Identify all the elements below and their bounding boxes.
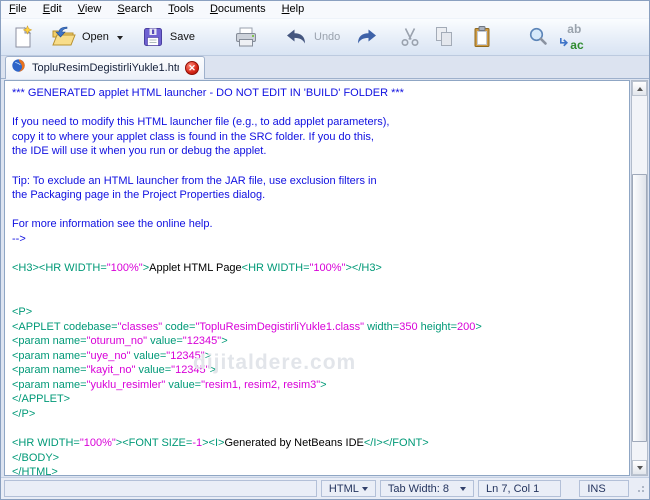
paste-button[interactable] [466,23,498,51]
redo-button[interactable] [350,24,384,50]
editor-content[interactable]: *** GENERATED applet HTML launcher - DO … [12,86,629,476]
undo-icon [283,26,309,48]
tab-active[interactable]: TopluResimDegistirliYukle1.html ✕ [5,56,205,79]
menu-documents[interactable]: Documents [202,2,274,17]
code-line: </P> [12,408,36,421]
find-button[interactable] [522,23,554,51]
code-line: <H3><HR WIDTH="100%">Applet HTML Page<HR… [12,262,382,275]
print-icon [233,25,259,49]
code-line: <param name="uye_no" value="12345"> [12,349,212,362]
menu-edit[interactable]: Edit [35,2,70,17]
menu-view[interactable]: View [70,2,110,17]
tab-width-value: 8 [442,482,450,495]
paste-icon [470,25,494,49]
code-line: <param name="kayit_no" value="12345"> [12,364,217,377]
menu-file[interactable]: File [1,2,35,17]
menubar: File Edit View Search Tools Documents Help [1,1,649,18]
open-button[interactable]: Open [47,23,127,51]
redo-icon [354,26,380,48]
html-file-icon [11,58,26,78]
code-line: </HTML> [12,466,58,476]
chevron-down-icon [361,487,368,494]
arrow-down-icon [636,465,643,473]
menu-tools[interactable]: Tools [160,2,202,17]
replace-ab-text: ab [567,22,582,36]
code-line: <param name="yuklu_resimler" value="resi… [12,378,327,391]
undo-button[interactable]: Undo [279,24,344,50]
new-document-icon [11,25,35,49]
tab-width-selector[interactable]: Tab Width: 8 [379,480,475,497]
scroll-up-button[interactable] [632,81,647,96]
menu-help[interactable]: Help [274,2,313,17]
code-line: </BODY> [12,451,60,464]
save-floppy-icon [141,25,165,49]
code-line: <param name="oturum_no" value="12345"> [12,335,228,348]
replace-icon: ab ac [560,22,586,52]
code-line: <APPLET codebase="classes" code="TopluRe… [12,320,482,333]
save-button[interactable]: Save [137,23,199,51]
tab-close-icon[interactable]: ✕ [185,61,199,75]
tab-title: TopluResimDegistirliYukle1.html [32,62,179,74]
code-line: If you need to modify this HTML launcher… [12,116,390,129]
insert-mode-value: INS [587,482,606,495]
code-line: *** GENERATED applet HTML launcher - DO … [12,87,404,99]
scroll-down-button[interactable] [632,460,647,475]
open-folder-icon [51,25,77,49]
language-selector[interactable]: HTML [320,480,376,497]
find-icon [526,25,550,49]
arrow-up-icon [636,84,643,91]
replace-button[interactable]: ab ac [556,22,590,52]
chevron-down-icon [460,487,467,494]
resize-grip[interactable] [633,481,645,496]
print-button[interactable] [229,23,263,51]
insert-mode-indicator: INS [579,480,629,497]
copy-icon [432,25,456,49]
open-button-label: Open [82,31,109,43]
code-line: the Packaging page in the Project Proper… [12,189,266,202]
language-value: HTML [328,482,359,495]
cursor-position-value: Ln 7, Col 1 [486,482,540,495]
code-line: <P> [12,305,33,318]
open-dropdown-arrow-icon[interactable] [116,35,123,43]
status-message-area [4,480,317,497]
code-line: --> [12,232,26,245]
copy-button[interactable] [428,23,460,51]
undo-button-label: Undo [314,31,341,43]
code-line: <HR WIDTH="100%"><FONT SIZE=-1><I>Genera… [12,437,429,450]
statusbar: HTML Tab Width: 8 Ln 7, Col 1 INS [1,477,649,499]
editor-row: *** GENERATED applet HTML launcher - DO … [1,79,649,477]
code-line: </APPLET> [12,393,71,406]
scrollbar-thumb[interactable] [632,174,647,442]
toolbar: Open Save Undo ab ac [1,18,649,56]
cut-icon [398,25,422,49]
editor-pane[interactable]: *** GENERATED applet HTML launcher - DO … [4,80,630,476]
cut-button[interactable] [394,23,426,51]
replace-ac-text: ac [570,38,584,52]
new-document-button[interactable] [7,23,39,51]
menu-search[interactable]: Search [109,2,160,17]
code-line: the IDE will use it when you run or debu… [12,145,267,158]
code-line: Tip: To exclude an HTML launcher from th… [12,174,377,187]
editor-window: File Edit View Search Tools Documents Help Ope… [0,0,650,500]
tab-width-label: Tab Width: [387,482,440,495]
replace-arrow-icon [560,38,570,48]
tabbar: TopluResimDegistirliYukle1.html ✕ [1,56,649,79]
save-button-label: Save [169,31,195,43]
vertical-scrollbar[interactable] [631,80,648,476]
code-line: For more information see the online help… [12,218,213,231]
code-line: copy it to where your applet class is fo… [12,130,374,143]
cursor-position: Ln 7, Col 1 [478,480,562,497]
